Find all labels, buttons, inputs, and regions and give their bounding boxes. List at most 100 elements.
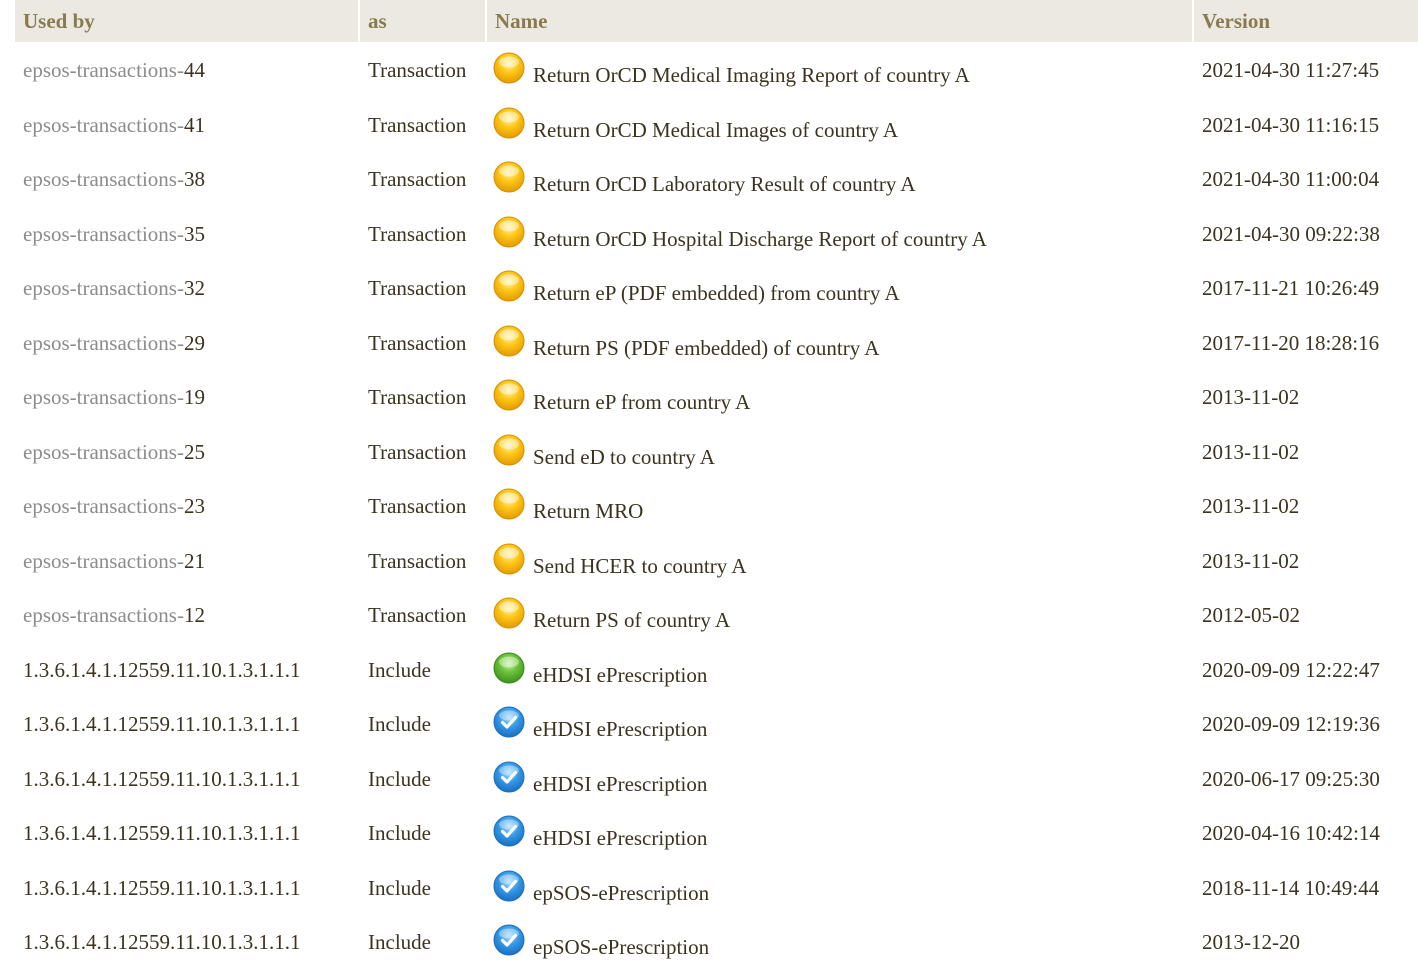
used-by-link[interactable]: epsos-transactions-44 xyxy=(23,42,205,83)
name-cell[interactable]: Return OrCD Laboratory Result of country… xyxy=(487,151,1194,206)
name-cell[interactable]: eHDSI ePrescription xyxy=(487,805,1194,860)
used-by-cell[interactable]: epsos-transactions-21 xyxy=(15,533,360,588)
table-row[interactable]: epsos-transactions-21 Transaction Send H… xyxy=(15,533,1418,588)
name-link[interactable]: Return MRO xyxy=(533,478,643,524)
table-row[interactable]: 1.3.6.1.4.1.12559.11.10.1.3.1.1.1 Includ… xyxy=(15,860,1418,915)
table-row[interactable]: 1.3.6.1.4.1.12559.11.10.1.3.1.1.1 Includ… xyxy=(15,805,1418,860)
used-by-link[interactable]: 1.3.6.1.4.1.12559.11.10.1.3.1.1.1 xyxy=(23,805,300,846)
table-row[interactable]: 1.3.6.1.4.1.12559.11.10.1.3.1.1.1 Includ… xyxy=(15,914,1418,969)
final-status-icon xyxy=(493,706,525,738)
name-inner: eHDSI ePrescription xyxy=(493,696,1194,742)
name-link[interactable]: Return eP (PDF embedded) from country A xyxy=(533,260,900,306)
table-row[interactable]: epsos-transactions-44 Transaction Return… xyxy=(15,42,1418,97)
used-by-cell[interactable]: epsos-transactions-19 xyxy=(15,369,360,424)
name-cell[interactable]: Send eD to country A xyxy=(487,424,1194,479)
name-cell[interactable]: eHDSI ePrescription xyxy=(487,751,1194,806)
used-by-cell[interactable]: epsos-transactions-35 xyxy=(15,206,360,261)
used-by-suffix: 1.3.6.1.4.1.12559.11.10.1.3.1.1.1 xyxy=(23,712,301,736)
table-row[interactable]: epsos-transactions-38 Transaction Return… xyxy=(15,151,1418,206)
table-row[interactable]: 1.3.6.1.4.1.12559.11.10.1.3.1.1.1 Includ… xyxy=(15,696,1418,751)
used-by-cell[interactable]: epsos-transactions-25 xyxy=(15,424,360,479)
name-cell[interactable]: Return PS of country A xyxy=(487,587,1194,642)
name-link[interactable]: Return eP from country A xyxy=(533,369,750,415)
name-cell[interactable]: Send HCER to country A xyxy=(487,533,1194,588)
used-by-cell[interactable]: 1.3.6.1.4.1.12559.11.10.1.3.1.1.1 xyxy=(15,805,360,860)
name-link[interactable]: eHDSI ePrescription xyxy=(533,751,707,797)
used-by-suffix: 25 xyxy=(183,439,205,464)
name-link[interactable]: Return PS of country A xyxy=(533,587,730,633)
as-label: Transaction xyxy=(368,58,467,82)
name-link[interactable]: eHDSI ePrescription xyxy=(533,642,707,688)
name-link[interactable]: eHDSI ePrescription xyxy=(533,696,707,742)
used-by-cell[interactable]: 1.3.6.1.4.1.12559.11.10.1.3.1.1.1 xyxy=(15,914,360,969)
used-by-cell[interactable]: 1.3.6.1.4.1.12559.11.10.1.3.1.1.1 xyxy=(15,642,360,697)
name-cell[interactable]: Return MRO xyxy=(487,478,1194,533)
name-cell[interactable]: epSOS-ePrescription xyxy=(487,914,1194,969)
table-row[interactable]: epsos-transactions-19 Transaction Return… xyxy=(15,369,1418,424)
used-by-cell[interactable]: epsos-transactions-12 xyxy=(15,587,360,642)
name-link[interactable]: epSOS-ePrescription xyxy=(533,860,709,906)
used-by-link[interactable]: epsos-transactions-23 xyxy=(23,478,205,519)
used-by-link[interactable]: epsos-transactions-19 xyxy=(23,369,205,410)
table-row[interactable]: 1.3.6.1.4.1.12559.11.10.1.3.1.1.1 Includ… xyxy=(15,751,1418,806)
used-by-link[interactable]: 1.3.6.1.4.1.12559.11.10.1.3.1.1.1 xyxy=(23,696,300,737)
draft-status-icon xyxy=(493,216,525,248)
name-cell[interactable]: epSOS-ePrescription xyxy=(487,860,1194,915)
name-cell[interactable]: Return OrCD Hospital Discharge Report of… xyxy=(487,206,1194,261)
name-cell[interactable]: Return OrCD Medical Images of country A xyxy=(487,97,1194,152)
used-by-prefix: epsos-transactions- xyxy=(23,330,184,355)
used-by-link[interactable]: epsos-transactions-32 xyxy=(23,260,205,301)
used-by-cell[interactable]: epsos-transactions-41 xyxy=(15,97,360,152)
table-row[interactable]: epsos-transactions-25 Transaction Send e… xyxy=(15,424,1418,479)
table-row[interactable]: epsos-transactions-32 Transaction Return… xyxy=(15,260,1418,315)
name-cell[interactable]: Return eP from country A xyxy=(487,369,1194,424)
table-row[interactable]: epsos-transactions-12 Transaction Return… xyxy=(15,587,1418,642)
name-link[interactable]: Return OrCD Medical Images of country A xyxy=(533,97,898,143)
table-row[interactable]: epsos-transactions-41 Transaction Return… xyxy=(15,97,1418,152)
used-by-link[interactable]: epsos-transactions-35 xyxy=(23,206,205,247)
used-by-cell[interactable]: epsos-transactions-38 xyxy=(15,151,360,206)
used-by-link[interactable]: 1.3.6.1.4.1.12559.11.10.1.3.1.1.1 xyxy=(23,914,300,955)
name-link[interactable]: Send HCER to country A xyxy=(533,533,747,579)
name-link[interactable]: Return OrCD Hospital Discharge Report of… xyxy=(533,206,987,252)
name-link[interactable]: Send eD to country A xyxy=(533,424,715,470)
used-by-link[interactable]: epsos-transactions-21 xyxy=(23,533,205,574)
name-cell[interactable]: eHDSI ePrescription xyxy=(487,642,1194,697)
name-link[interactable]: Return OrCD Laboratory Result of country… xyxy=(533,151,916,197)
used-by-link[interactable]: 1.3.6.1.4.1.12559.11.10.1.3.1.1.1 xyxy=(23,860,300,901)
used-by-cell[interactable]: 1.3.6.1.4.1.12559.11.10.1.3.1.1.1 xyxy=(15,860,360,915)
name-cell[interactable]: Return eP (PDF embedded) from country A xyxy=(487,260,1194,315)
used-by-cell[interactable]: 1.3.6.1.4.1.12559.11.10.1.3.1.1.1 xyxy=(15,751,360,806)
name-cell[interactable]: eHDSI ePrescription xyxy=(487,696,1194,751)
used-by-link[interactable]: epsos-transactions-41 xyxy=(23,97,205,138)
used-by-link[interactable]: epsos-transactions-29 xyxy=(23,315,205,356)
name-link[interactable]: epSOS-ePrescription xyxy=(533,914,709,960)
used-by-link[interactable]: epsos-transactions-25 xyxy=(23,424,205,465)
column-header-name[interactable]: Name xyxy=(487,0,1194,42)
name-cell[interactable]: Return PS (PDF embedded) of country A xyxy=(487,315,1194,370)
as-cell: Transaction xyxy=(360,587,487,642)
used-by-link[interactable]: epsos-transactions-12 xyxy=(23,587,205,628)
as-cell: Transaction xyxy=(360,424,487,479)
table-row[interactable]: epsos-transactions-23 Transaction Return… xyxy=(15,478,1418,533)
name-inner: Return OrCD Laboratory Result of country… xyxy=(493,151,1194,197)
used-by-cell[interactable]: epsos-transactions-44 xyxy=(15,42,360,97)
table-row[interactable]: 1.3.6.1.4.1.12559.11.10.1.3.1.1.1 Includ… xyxy=(15,642,1418,697)
used-by-link[interactable]: 1.3.6.1.4.1.12559.11.10.1.3.1.1.1 xyxy=(23,751,300,792)
name-link[interactable]: Return OrCD Medical Imaging Report of co… xyxy=(533,42,970,88)
column-header-used-by[interactable]: Used by xyxy=(15,0,360,42)
used-by-link[interactable]: epsos-transactions-38 xyxy=(23,151,205,192)
used-by-cell[interactable]: epsos-transactions-29 xyxy=(15,315,360,370)
as-cell: Include xyxy=(360,914,487,969)
used-by-cell[interactable]: epsos-transactions-32 xyxy=(15,260,360,315)
table-row[interactable]: epsos-transactions-29 Transaction Return… xyxy=(15,315,1418,370)
name-link[interactable]: eHDSI ePrescription xyxy=(533,805,707,851)
table-row[interactable]: epsos-transactions-35 Transaction Return… xyxy=(15,206,1418,261)
name-link[interactable]: Return PS (PDF embedded) of country A xyxy=(533,315,879,361)
column-header-as[interactable]: as xyxy=(360,0,487,42)
used-by-cell[interactable]: epsos-transactions-23 xyxy=(15,478,360,533)
name-cell[interactable]: Return OrCD Medical Imaging Report of co… xyxy=(487,42,1194,97)
column-header-version[interactable]: Version xyxy=(1194,0,1418,42)
used-by-link[interactable]: 1.3.6.1.4.1.12559.11.10.1.3.1.1.1 xyxy=(23,642,300,683)
used-by-cell[interactable]: 1.3.6.1.4.1.12559.11.10.1.3.1.1.1 xyxy=(15,696,360,751)
